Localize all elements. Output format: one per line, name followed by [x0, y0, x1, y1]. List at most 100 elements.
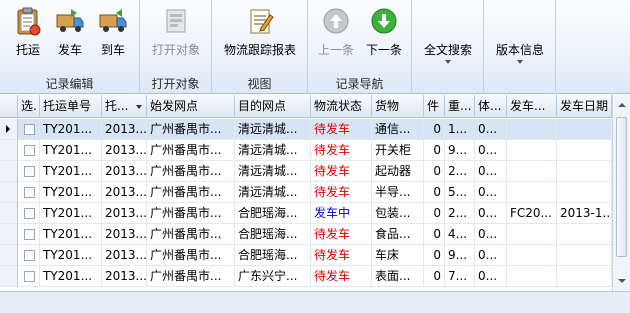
- cell-pieces[interactable]: 0: [424, 224, 445, 245]
- cell-departure-no[interactable]: [507, 119, 557, 140]
- row-checkbox[interactable]: [24, 229, 35, 240]
- row-indicator[interactable]: [0, 224, 18, 245]
- cell-departure-no[interactable]: [507, 140, 557, 161]
- row-checkbox[interactable]: [24, 187, 35, 198]
- cell-volume[interactable]: 0...: [475, 140, 507, 161]
- cell-consign-date[interactable]: 2013...: [102, 245, 147, 266]
- cell-departure-date[interactable]: [557, 266, 612, 287]
- cell-consign-no[interactable]: TY201...: [40, 266, 102, 287]
- cell-consign-no[interactable]: TY201...: [40, 140, 102, 161]
- row-checkbox[interactable]: [24, 271, 35, 282]
- cell-status[interactable]: 发车中: [311, 203, 372, 224]
- cell-destination[interactable]: 合肥瑶海...: [235, 203, 311, 224]
- cell-status[interactable]: 待发车: [311, 266, 372, 287]
- column-header-departure-no[interactable]: 发车...: [507, 95, 557, 118]
- cell-origin[interactable]: 广州番禺市...: [147, 182, 235, 203]
- cell-destination[interactable]: 广东兴宁...: [235, 266, 311, 287]
- row-checkbox[interactable]: [24, 166, 35, 177]
- cell-departure-date[interactable]: [557, 140, 612, 161]
- cell-volume[interactable]: 0...: [475, 266, 507, 287]
- cell-pieces[interactable]: 0: [424, 203, 445, 224]
- column-header-departure-date[interactable]: 发车日期: [557, 95, 612, 118]
- cell-weight[interactable]: 1...: [445, 119, 475, 140]
- row-indicator[interactable]: [0, 161, 18, 182]
- cell-weight[interactable]: 9...: [445, 140, 475, 161]
- cell-weight[interactable]: 9...: [445, 245, 475, 266]
- cell-pieces[interactable]: 0: [424, 266, 445, 287]
- cell-volume[interactable]: 0...: [475, 203, 507, 224]
- cell-departure-date[interactable]: [557, 119, 612, 140]
- scroll-thumb[interactable]: [616, 117, 627, 257]
- cell-consign-no[interactable]: TY201...: [40, 182, 102, 203]
- table-row[interactable]: TY201... 2013... 广州番禺市... 清远清城... 待发车 起动器 0 2..…: [0, 161, 612, 182]
- column-header-goods[interactable]: 货物: [372, 95, 424, 118]
- cell-departure-no[interactable]: [507, 266, 557, 287]
- cell-pieces[interactable]: 0: [424, 245, 445, 266]
- row-indicator[interactable]: [0, 182, 18, 203]
- column-header-consign-no[interactable]: 托运单号: [40, 95, 102, 118]
- table-row[interactable]: TY201... 2013... 广州番禺市... 合肥瑶海... 待发车 车床 0 9...…: [0, 245, 612, 266]
- row-indicator[interactable]: [0, 119, 18, 140]
- logistics-report-button[interactable]: 物流跟踪报表: [216, 2, 304, 66]
- filter-dropdown-icon[interactable]: [136, 105, 142, 109]
- cell-pieces[interactable]: 0: [424, 161, 445, 182]
- cell-weight[interactable]: 2...: [445, 161, 475, 182]
- cell-status[interactable]: 待发车: [311, 161, 372, 182]
- column-header-destination[interactable]: 目的网点: [235, 95, 311, 118]
- cell-origin[interactable]: 广州番禺市...: [147, 245, 235, 266]
- cell-destination[interactable]: 清远清城...: [235, 119, 311, 140]
- cell-goods[interactable]: 包装...: [372, 203, 424, 224]
- column-header-volume[interactable]: 体...: [475, 95, 507, 118]
- cell-origin[interactable]: 广州番禺市...: [147, 119, 235, 140]
- row-indicator[interactable]: [0, 203, 18, 224]
- version-info-button[interactable]: 版本信息: [488, 2, 552, 66]
- cell-consign-date[interactable]: 2013...: [102, 224, 147, 245]
- column-header-select[interactable]: 选.: [18, 95, 40, 118]
- cell-goods[interactable]: 半导...: [372, 182, 424, 203]
- depart-button[interactable]: 发车: [50, 2, 90, 66]
- cell-consign-no[interactable]: TY201...: [40, 119, 102, 140]
- cell-consign-no[interactable]: TY201...: [40, 203, 102, 224]
- consign-button[interactable]: 托运: [8, 2, 48, 66]
- full-text-search-button[interactable]: 全文搜索: [416, 2, 480, 66]
- cell-volume[interactable]: 0...: [475, 245, 507, 266]
- arrive-button[interactable]: 到车: [93, 2, 133, 66]
- cell-departure-no[interactable]: [507, 161, 557, 182]
- scroll-down-button[interactable]: [613, 273, 630, 289]
- cell-consign-date[interactable]: 2013...: [102, 182, 147, 203]
- cell-departure-no[interactable]: [507, 245, 557, 266]
- cell-status[interactable]: 待发车: [311, 119, 372, 140]
- cell-weight[interactable]: 4...: [445, 224, 475, 245]
- cell-goods[interactable]: 车床: [372, 245, 424, 266]
- cell-volume[interactable]: 0...: [475, 119, 507, 140]
- cell-volume[interactable]: 0...: [475, 224, 507, 245]
- cell-pieces[interactable]: 0: [424, 119, 445, 140]
- cell-consign-date[interactable]: 2013...: [102, 119, 147, 140]
- cell-weight[interactable]: 7...: [445, 266, 475, 287]
- table-row[interactable]: TY201... 2013... 广州番禺市... 清远清城... 待发车 通信... 0 1…: [0, 119, 612, 140]
- cell-weight[interactable]: 5...: [445, 182, 475, 203]
- vertical-scrollbar[interactable]: [612, 95, 630, 291]
- cell-pieces[interactable]: 0: [424, 182, 445, 203]
- row-checkbox[interactable]: [24, 250, 35, 261]
- table-row[interactable]: TY201... 2013... 广州番禺市... 广东兴宁... 待发车 表面... 0 7…: [0, 266, 612, 287]
- cell-pieces[interactable]: 0: [424, 140, 445, 161]
- cell-departure-no[interactable]: [507, 182, 557, 203]
- row-checkbox[interactable]: [24, 208, 35, 219]
- cell-status[interactable]: 待发车: [311, 140, 372, 161]
- horizontal-scrollbar[interactable]: [0, 291, 630, 313]
- cell-destination[interactable]: 合肥瑶海...: [235, 245, 311, 266]
- row-indicator[interactable]: [0, 140, 18, 161]
- table-row[interactable]: TY201... 2013... 广州番禺市... 合肥瑶海... 待发车 食品... 0 4…: [0, 224, 612, 245]
- table-row[interactable]: TY201... 2013... 广州番禺市... 合肥瑶海... 发车中 包装... 0 2…: [0, 203, 612, 224]
- cell-consign-no[interactable]: TY201...: [40, 245, 102, 266]
- row-indicator[interactable]: [0, 266, 18, 287]
- column-header-weight[interactable]: 重...: [445, 95, 475, 118]
- column-header-origin[interactable]: 始发网点: [147, 95, 235, 118]
- cell-goods[interactable]: 起动器: [372, 161, 424, 182]
- cell-goods[interactable]: 食品...: [372, 224, 424, 245]
- cell-departure-date[interactable]: [557, 224, 612, 245]
- scroll-up-button[interactable]: [613, 97, 630, 113]
- cell-destination[interactable]: 清远清城...: [235, 182, 311, 203]
- cell-consign-date[interactable]: 2013...: [102, 161, 147, 182]
